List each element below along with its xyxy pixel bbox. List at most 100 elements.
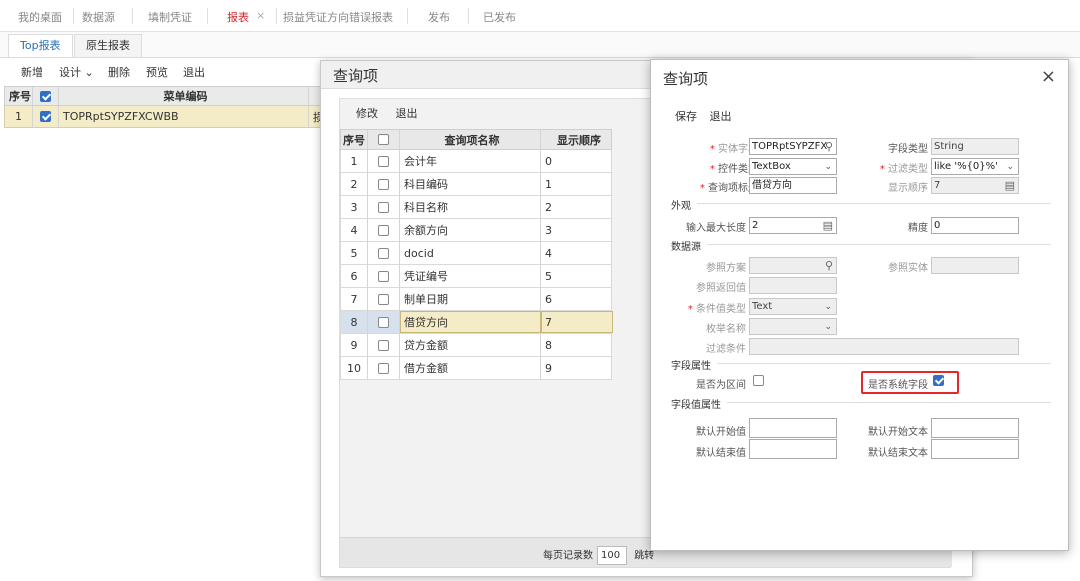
default-start-input[interactable] [749, 418, 837, 438]
per-page-input[interactable]: 100 [597, 546, 627, 565]
row-checkbox[interactable] [378, 201, 389, 213]
precision-input[interactable]: 0 [931, 217, 1019, 234]
subtab-top-report[interactable]: Top报表 [8, 34, 73, 57]
row-select[interactable] [368, 219, 400, 241]
ref-scheme-input[interactable]: ⚲ [749, 257, 837, 274]
dialog-title: 查询项 [333, 67, 379, 85]
tab-datasource[interactable]: 数据源 [82, 9, 115, 25]
row-order: 4 [545, 246, 552, 260]
search-icon[interactable]: ⚲ [825, 139, 833, 154]
calculator-icon[interactable]: ▤ [823, 218, 833, 233]
exit-button[interactable]: 退出 [710, 110, 732, 123]
row-checkbox[interactable] [378, 293, 389, 305]
default-end-text-input[interactable] [931, 439, 1019, 459]
header-code: 菜单编码 [59, 87, 309, 105]
chevron-down-icon: ⌄ [824, 302, 832, 312]
row-checkbox[interactable] [378, 178, 389, 190]
row-checkbox[interactable] [378, 155, 389, 167]
row-select[interactable] [33, 106, 59, 127]
delete-button[interactable]: 删除 [108, 64, 130, 80]
table-row[interactable]: 1 会计年 0 [340, 150, 612, 173]
table-row[interactable]: 9 贷方金额 8 [340, 334, 612, 357]
row-checkbox[interactable] [378, 270, 389, 282]
filter-type-select[interactable]: like '%{0}%' ⌄ [931, 158, 1019, 175]
max-length-input[interactable]: 2 ▤ [749, 217, 837, 234]
row-select[interactable] [368, 334, 400, 356]
tab-publish[interactable]: 发布 [428, 9, 450, 25]
enum-name-label: 枚举名称 [706, 324, 746, 335]
table-row[interactable]: 10 借方金额 9 [340, 357, 612, 380]
select-all-checkbox[interactable] [40, 90, 51, 102]
tab-pnl-error-report[interactable]: 损益凭证方向错误报表 [283, 9, 393, 25]
is-range-checkbox[interactable] [753, 375, 764, 386]
tab-published[interactable]: 已发布 [483, 9, 516, 25]
tab-report[interactable]: 报表 [223, 9, 253, 35]
tab-voucher-entry[interactable]: 填制凭证 [148, 9, 192, 25]
close-icon[interactable]: × [1041, 66, 1056, 87]
display-order-input[interactable]: 7 ▤ [931, 177, 1019, 194]
row-no: 4 [341, 219, 368, 241]
table-row[interactable]: 7 制单日期 6 [340, 288, 612, 311]
row-select[interactable] [368, 265, 400, 287]
row-checkbox[interactable] [378, 247, 389, 259]
search-icon[interactable]: ⚲ [825, 258, 833, 273]
max-length-label: 输入最大长度 [686, 223, 746, 234]
chevron-down-icon: ⌄ [824, 162, 832, 172]
control-type-select[interactable]: TextBox ⌄ [749, 158, 837, 175]
row-select[interactable] [368, 288, 400, 310]
row-name: 借方金额 [400, 357, 541, 379]
subtab-native-report[interactable]: 原生报表 [74, 34, 142, 57]
row-checkbox[interactable] [378, 316, 389, 328]
tab-separator [468, 8, 469, 24]
row-name: 科目名称 [400, 196, 541, 218]
header-select-all[interactable] [368, 130, 400, 149]
cond-type-select[interactable]: Text ⌄ [749, 298, 837, 315]
row-select[interactable] [368, 242, 400, 264]
table-row[interactable]: 1 TOPRptSYPZFXCWBB 损 [4, 106, 334, 128]
enum-name-select[interactable]: ⌄ [749, 318, 837, 335]
table-row[interactable]: 6 凭证编号 5 [340, 265, 612, 288]
row-select[interactable] [368, 357, 400, 379]
row-order: 1 [545, 177, 552, 191]
new-button[interactable]: 新增 [21, 64, 43, 80]
precision-label: 精度 [908, 223, 928, 234]
exit-button[interactable]: 退出 [396, 107, 418, 120]
row-checkbox[interactable] [378, 362, 389, 374]
row-select[interactable] [368, 173, 400, 195]
header-no: 序号 [5, 87, 33, 105]
default-start-label: 默认开始值 [696, 427, 746, 438]
exit-button[interactable]: 退出 [183, 64, 205, 80]
table-row[interactable]: 2 科目编码 1 [340, 173, 612, 196]
table-row[interactable]: 4 余额方向 3 [340, 219, 612, 242]
default-end-text-label: 默认结束文本 [868, 448, 928, 459]
tab-my-desktop[interactable]: 我的桌面 [18, 9, 62, 25]
tab-close-icon[interactable]: × [256, 9, 265, 22]
table-row[interactable]: 3 科目名称 2 [340, 196, 612, 219]
row-checkbox[interactable] [40, 111, 51, 122]
table-row[interactable]: 5 docid 4 [340, 242, 612, 265]
section-divider [717, 363, 1051, 364]
row-select[interactable] [368, 311, 400, 333]
calculator-icon[interactable]: ▤ [1005, 178, 1015, 193]
row-order: 0 [545, 154, 552, 168]
display-order-label: 显示顺序 [888, 183, 928, 194]
table-row[interactable]: 8 借贷方向 7 [340, 311, 613, 334]
query-title-input[interactable]: 借贷方向 [749, 177, 837, 194]
row-checkbox[interactable] [378, 339, 389, 351]
design-button[interactable]: 设计 ⌄ [59, 64, 94, 80]
row-select[interactable] [368, 150, 400, 172]
row-select[interactable] [368, 196, 400, 218]
modify-button[interactable]: 修改 [356, 107, 378, 120]
row-no: 1 [5, 106, 33, 127]
save-button[interactable]: 保存 [675, 110, 697, 123]
row-checkbox[interactable] [378, 224, 389, 236]
default-start-text-input[interactable] [931, 418, 1019, 438]
default-end-input[interactable] [749, 439, 837, 459]
highlight-box [861, 371, 959, 394]
preview-button[interactable]: 预览 [146, 64, 168, 80]
header-select-all[interactable] [33, 87, 59, 105]
row-no: 10 [341, 357, 368, 379]
select-all-checkbox[interactable] [378, 134, 389, 145]
entity-field-input[interactable]: TOPRptSYPZFX ⚲ [749, 138, 837, 155]
ref-entity-input [931, 257, 1019, 274]
